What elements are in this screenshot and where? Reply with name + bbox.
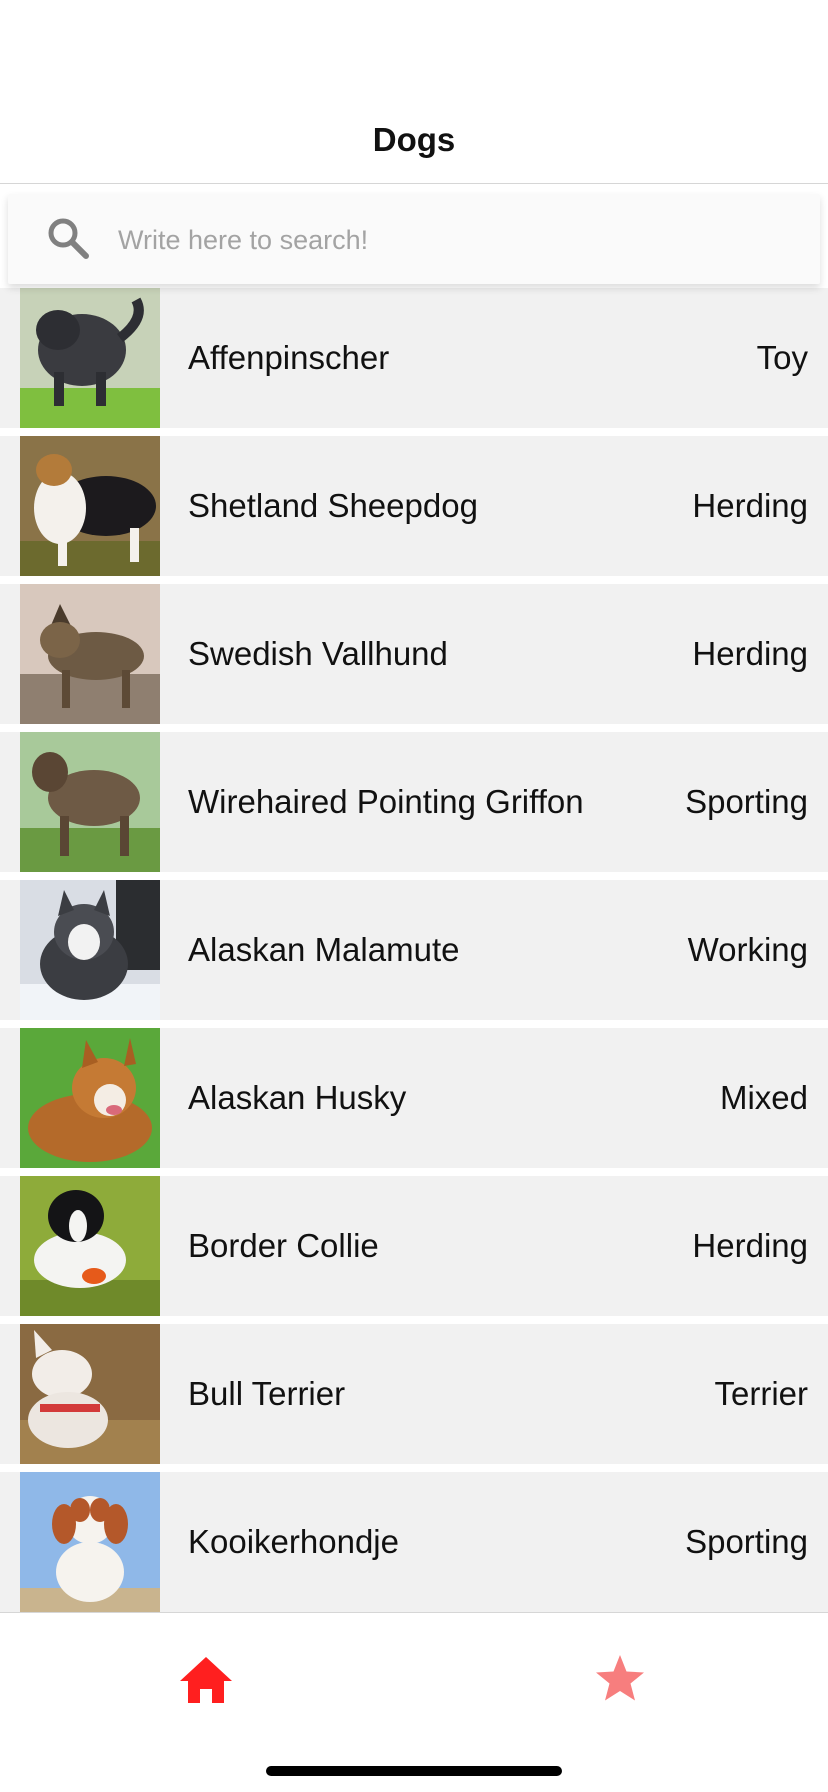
list-item[interactable]: Affenpinscher Toy — [0, 288, 828, 428]
list-item[interactable]: Alaskan Husky Mixed — [0, 1028, 828, 1168]
dog-photo — [20, 288, 160, 428]
tab-favorites[interactable] — [590, 1649, 650, 1709]
dog-photo — [20, 1324, 160, 1464]
dog-group: Sporting — [685, 1523, 808, 1560]
star-icon — [590, 1655, 650, 1713]
search-bar[interactable] — [8, 194, 820, 284]
tab-home[interactable] — [176, 1649, 236, 1709]
dog-list[interactable]: Affenpinscher Toy Shetland Sheepdog Herd… — [0, 288, 828, 1612]
dogs-screen: Dogs Affenpin — [0, 0, 828, 1792]
dog-name: Wirehaired Pointing Griffon — [188, 783, 584, 820]
list-item[interactable]: Shetland Sheepdog Herding — [0, 436, 828, 576]
home-indicator — [266, 1766, 562, 1776]
dog-group: Herding — [692, 635, 808, 672]
dog-name: Kooikerhondje — [188, 1523, 399, 1560]
dog-name: Shetland Sheepdog — [188, 487, 478, 524]
dog-photo — [20, 1176, 160, 1316]
dog-group: Sporting — [685, 783, 808, 820]
dog-group: Herding — [692, 1227, 808, 1264]
list-item[interactable]: Alaskan Malamute Working — [0, 880, 828, 1020]
dog-name: Alaskan Malamute — [188, 931, 460, 968]
dog-photo — [20, 584, 160, 724]
dog-name: Affenpinscher — [188, 339, 390, 376]
dog-photo — [20, 880, 160, 1020]
search-icon — [46, 216, 90, 260]
home-icon — [176, 1657, 236, 1713]
dog-photo — [20, 1028, 160, 1168]
list-item[interactable]: Kooikerhondje Sporting — [0, 1472, 828, 1612]
list-item[interactable]: Bull Terrier Terrier — [0, 1324, 828, 1464]
list-item[interactable]: Swedish Vallhund Herding — [0, 584, 828, 724]
list-item[interactable]: Border Collie Herding — [0, 1176, 828, 1316]
dog-group: Working — [687, 931, 808, 968]
dog-name: Alaskan Husky — [188, 1079, 407, 1116]
tab-bar — [0, 1612, 828, 1792]
dog-group: Mixed — [719, 1079, 808, 1116]
search-input[interactable] — [116, 214, 800, 266]
navigation-header: Dogs — [0, 0, 828, 184]
dog-name: Border Collie — [188, 1227, 379, 1264]
dog-name: Bull Terrier — [188, 1375, 346, 1412]
dog-photo — [20, 732, 160, 872]
list-item[interactable]: Wirehaired Pointing Griffon Sporting — [0, 732, 828, 872]
dog-group: Toy — [756, 339, 808, 376]
dog-name: Swedish Vallhund — [188, 635, 448, 672]
dog-photo — [20, 436, 160, 576]
dog-group: Herding — [692, 487, 808, 524]
page-title: Dogs — [372, 121, 456, 158]
dog-group: Terrier — [714, 1375, 808, 1412]
dog-photo — [20, 1472, 160, 1612]
